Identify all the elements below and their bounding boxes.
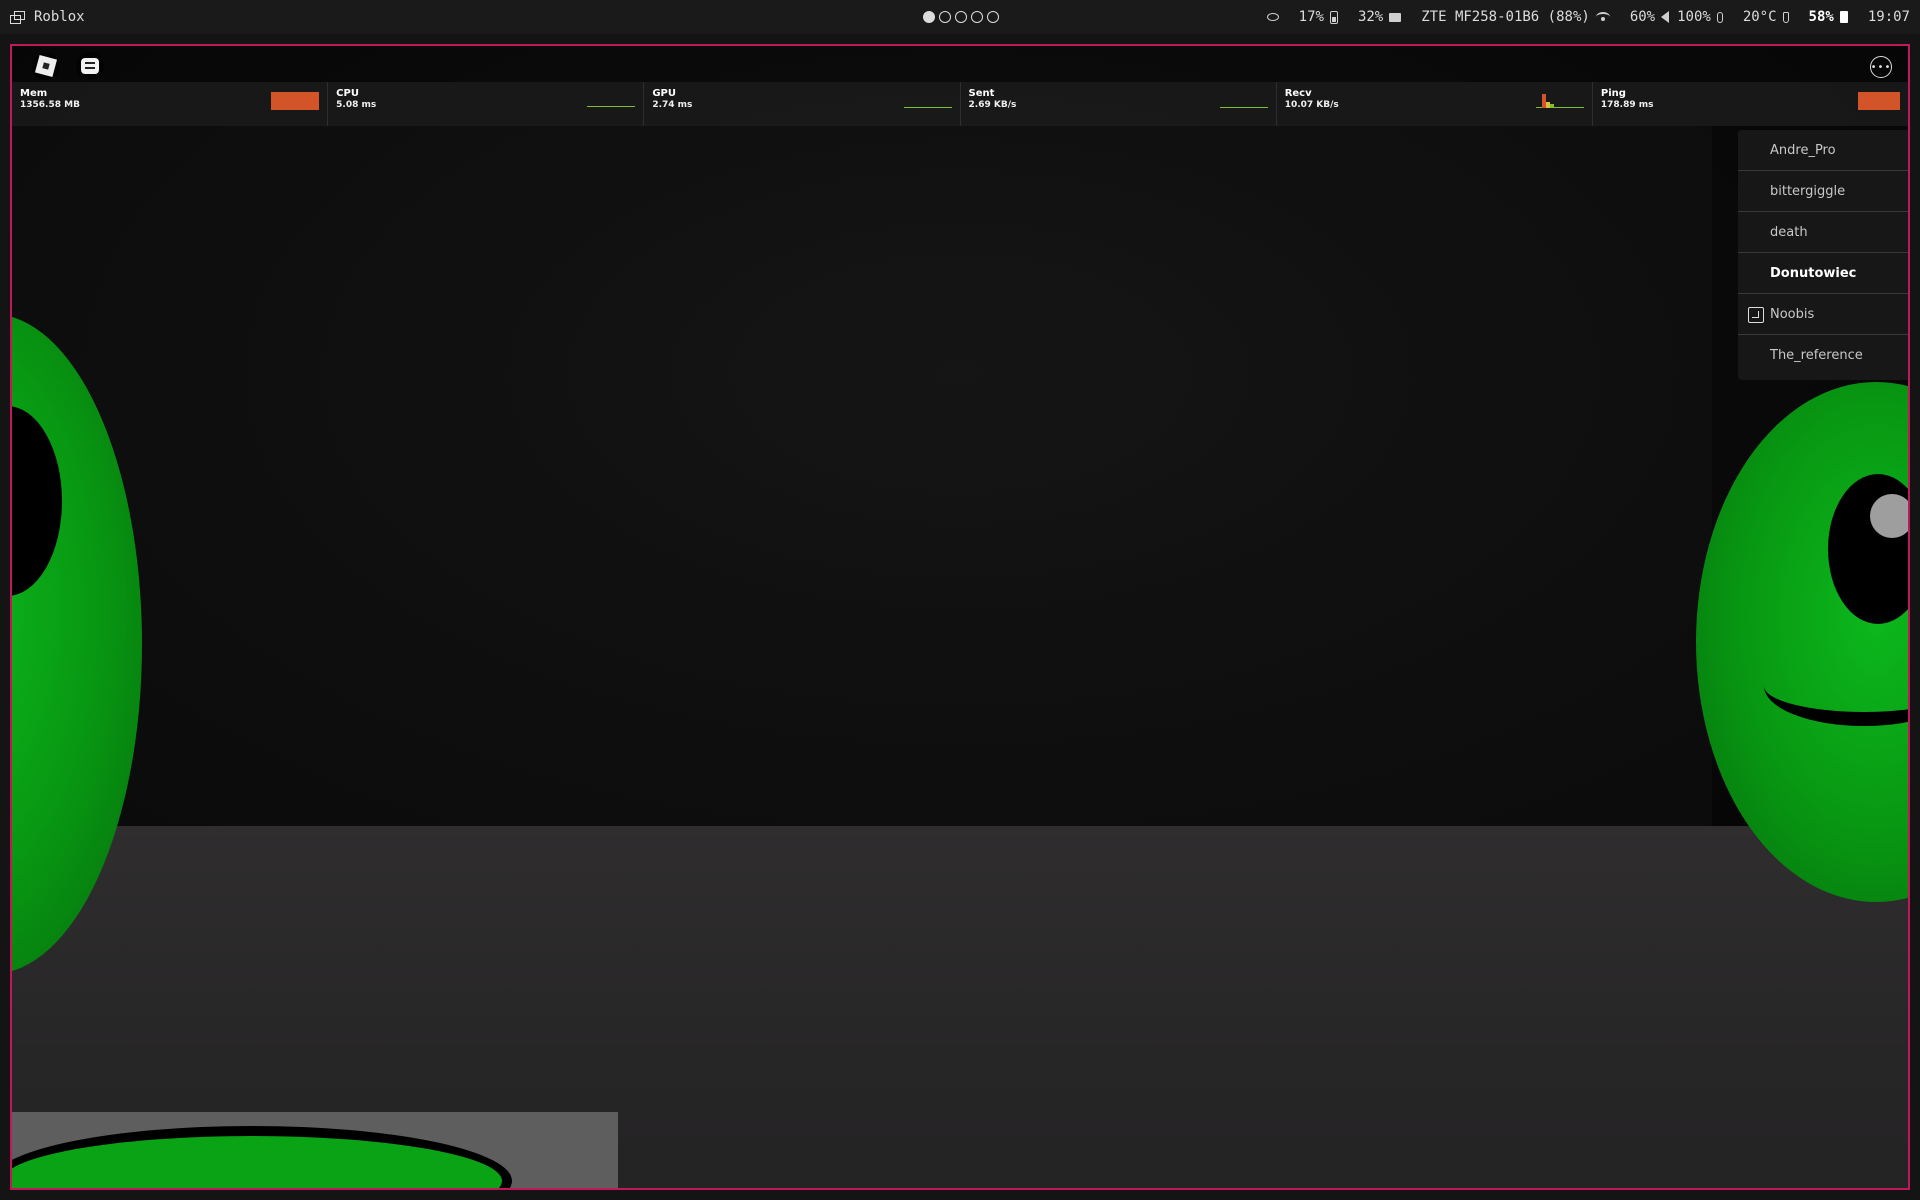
clock-time: 19:07 [1867, 9, 1910, 25]
perf-graph [1858, 92, 1901, 110]
app-name: Roblox [34, 9, 85, 25]
perf-stat-cpu[interactable]: CPU 5.08 ms [328, 82, 645, 126]
player-entry[interactable]: The_reference [1738, 335, 1908, 376]
volume-status[interactable]: 100% [1677, 9, 1723, 25]
player-name: Donutowiec [1770, 265, 1857, 281]
workspace-5[interactable] [987, 11, 999, 23]
microphone-icon [1716, 11, 1723, 23]
perf-graph [587, 92, 636, 110]
perf-stat-mem[interactable]: Mem 1356.58 MB [12, 82, 329, 126]
chat-icon [81, 58, 99, 74]
workspace-indicator [923, 11, 999, 23]
workspace-3[interactable] [955, 11, 967, 23]
eye-toggle[interactable] [1266, 13, 1279, 21]
more-options-button[interactable]: ••• [1870, 56, 1892, 78]
speaker-icon [1661, 11, 1670, 23]
memory-icon [1389, 12, 1402, 22]
charging-battery-icon [1839, 11, 1848, 23]
temperature-value: 20°C [1742, 9, 1777, 25]
perf-graph-spike [1549, 104, 1554, 108]
ellipsis-icon: ••• [1870, 61, 1892, 73]
perf-stat-ping[interactable]: Ping 178.89 ms [1593, 82, 1908, 126]
clock[interactable]: 19:07 [1868, 9, 1910, 25]
perf-stat-gpu[interactable]: GPU 2.74 ms [644, 82, 961, 126]
perf-stat-recv[interactable]: Recv 10.07 KB/s [1277, 82, 1593, 126]
roblox-topbar: ••• [12, 46, 1908, 80]
player-name: bittergiggle [1770, 183, 1846, 199]
player-name: Noobis [1770, 306, 1815, 322]
performance-stats-bar: Mem 1356.58 MB CPU 5.08 ms GPU 2.74 ms S… [12, 82, 1908, 126]
green-character-right-eye-glint [1870, 494, 1908, 538]
brightness-level: 60% [1629, 9, 1656, 25]
player-entry[interactable]: Noobis [1738, 294, 1908, 335]
player-entry[interactable]: Andre_Pro [1738, 130, 1908, 171]
roblox-logo-icon [34, 54, 58, 78]
temperature-status: 20°C [1743, 9, 1789, 25]
player-name: death [1770, 224, 1808, 240]
system-tray: 17% 32% ZTE MF258-01B6 (88%) 60% 100% 20… [1247, 0, 1910, 34]
active-window-title[interactable]: Roblox [10, 0, 85, 34]
battery-icon [1329, 10, 1338, 24]
charge-level: 58% [1808, 9, 1834, 25]
wifi-icon [1595, 12, 1610, 22]
player-entry[interactable]: bittergiggle [1738, 171, 1908, 212]
perf-graph [1219, 92, 1268, 110]
chat-button[interactable] [76, 52, 104, 80]
system-top-bar: Roblox 17% 32% ZTE MF258-01B6 (88%) 60% … [0, 0, 1920, 34]
player-name: Andre_Pro [1770, 142, 1836, 158]
battery-level: 17% [1298, 9, 1324, 25]
player-entry[interactable]: death [1738, 212, 1908, 253]
eye-slash-icon [1266, 13, 1279, 21]
thermometer-icon [1782, 11, 1789, 23]
memory-status: 32% [1357, 9, 1402, 25]
network-name: ZTE MF258-01B6 (88%) [1421, 9, 1590, 25]
battery-status: 17% [1299, 9, 1338, 25]
charge-status: 58% [1809, 9, 1848, 25]
player-entry-self[interactable]: Donutowiec [1738, 253, 1908, 294]
player-name: The_reference [1770, 348, 1863, 363]
workspace-4[interactable] [971, 11, 983, 23]
perf-graph [1535, 92, 1584, 110]
camera-viewport-inset [12, 1112, 618, 1188]
inset-green-shape [12, 1126, 512, 1188]
player-list: Andre_Pro bittergiggle death Donutowiec … [1738, 130, 1908, 380]
scene-backdrop-panel [12, 124, 1712, 836]
memory-usage: 32% [1357, 9, 1384, 25]
window-icon [10, 11, 25, 24]
brightness-status[interactable]: 60% [1629, 9, 1670, 25]
workspace-2[interactable] [939, 11, 951, 23]
perf-graph [903, 92, 952, 110]
roblox-menu-button[interactable] [32, 52, 60, 80]
network-status[interactable]: ZTE MF258-01B6 (88%) [1421, 9, 1610, 25]
perf-graph [271, 92, 320, 110]
volume-level: 100% [1677, 9, 1711, 25]
premium-icon [1748, 307, 1764, 323]
workspace-1[interactable] [923, 11, 935, 23]
perf-stat-sent[interactable]: Sent 2.69 KB/s [961, 82, 1277, 126]
roblox-game-window[interactable]: ••• Mem 1356.58 MB CPU 5.08 ms GPU 2.74 … [10, 44, 1910, 1190]
